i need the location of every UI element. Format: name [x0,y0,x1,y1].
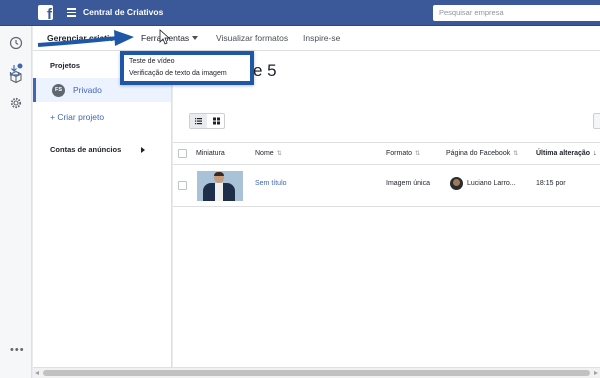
grid-view-icon [213,117,220,125]
page-title: e 5 [253,61,277,80]
tab-tools-label: Ferramentas [141,33,190,43]
creative-thumbnail[interactable] [197,171,243,201]
menu-item-image-text-check[interactable]: Verificação de texto da imagem [129,70,227,77]
sort-icon: ⇅ [513,151,519,157]
toolbar-action-button[interactable] [593,113,600,129]
scroll-right-icon[interactable] [594,371,598,375]
menu-item-video-test[interactable]: Teste de vídeo [129,58,175,65]
column-page-label: Página do Facebook [446,150,511,157]
list-view-icon [195,118,202,125]
tab-manage-creatives[interactable]: Gerenciar criativos [47,33,124,43]
hamburger-menu-icon[interactable] [67,8,76,17]
avatar: FS [52,84,65,97]
creative-name-link[interactable]: Sem título [255,180,287,187]
column-name-label: Nome [255,150,274,157]
cube-icon-box[interactable] [9,70,23,84]
table-row[interactable]: Sem título Imagem única Luciano Larro...… [173,165,600,207]
chevron-down-icon [192,36,199,40]
sidebar-item-label: Privado [73,85,102,95]
column-last-modified[interactable]: Última alteração ↓ [536,150,597,157]
top-bar: f Central de Criativos Pesquisar empresa [0,0,600,26]
select-all-checkbox[interactable] [178,149,187,158]
column-format[interactable]: Formato ⇅ [386,150,420,157]
main-panel [173,51,600,378]
column-format-label: Formato [386,150,413,157]
more-dots-icon[interactable]: ••• [10,344,25,356]
projects-sidebar: Projetos FS Privado + Criar projeto Cont… [33,51,172,378]
app-title: Central de Criativos [83,7,164,17]
facebook-page-name: Luciano Larro... [467,180,516,187]
ad-accounts-toggle[interactable]: Contas de anúncios [50,145,121,154]
clock-icon[interactable] [9,36,23,50]
column-last-modified-label: Última alteração [536,150,591,157]
grid-view-button[interactable] [208,114,225,128]
chevron-right-icon[interactable] [141,147,145,153]
table-header: Miniatura Nome ⇅ Formato ⇅ Página do Faceb… [173,142,600,165]
list-view-button[interactable] [190,114,207,128]
left-rail: ••• [0,26,32,378]
sort-icon: ⇅ [276,151,282,157]
sort-descending-icon: ↓ [593,150,597,157]
create-project-link[interactable]: + Criar projeto [50,112,104,122]
sort-icon: ⇅ [415,151,421,157]
last-modified-value: 18:15 por [536,180,566,187]
page-avatar [450,177,463,190]
view-toggle [189,113,225,129]
scroll-left-icon[interactable] [35,371,39,375]
horizontal-scrollbar[interactable] [33,367,600,378]
tools-dropdown-menu: Teste de vídeo Verificação de texto da i… [120,51,254,85]
projects-heading: Projetos [50,61,81,70]
tab-view-formats[interactable]: Visualizar formatos [216,33,288,43]
creative-format: Imagem única [386,180,430,187]
column-thumbnail: Miniatura [196,150,225,157]
tools-nav-bar: Gerenciar criativos Ferramentas Visualiz… [33,26,600,51]
column-name[interactable]: Nome ⇅ [255,150,282,157]
facebook-logo-icon[interactable]: f [38,5,53,22]
tab-tools[interactable]: Ferramentas [141,33,199,43]
row-checkbox[interactable] [178,181,187,190]
business-search-input[interactable]: Pesquisar empresa [433,5,600,21]
column-facebook-page[interactable]: Página do Facebook ⇅ [446,150,518,157]
settings-gear-icon[interactable] [9,96,23,110]
tab-inspire[interactable]: Inspire-se [303,33,340,43]
scrollbar-thumb[interactable] [43,370,590,376]
